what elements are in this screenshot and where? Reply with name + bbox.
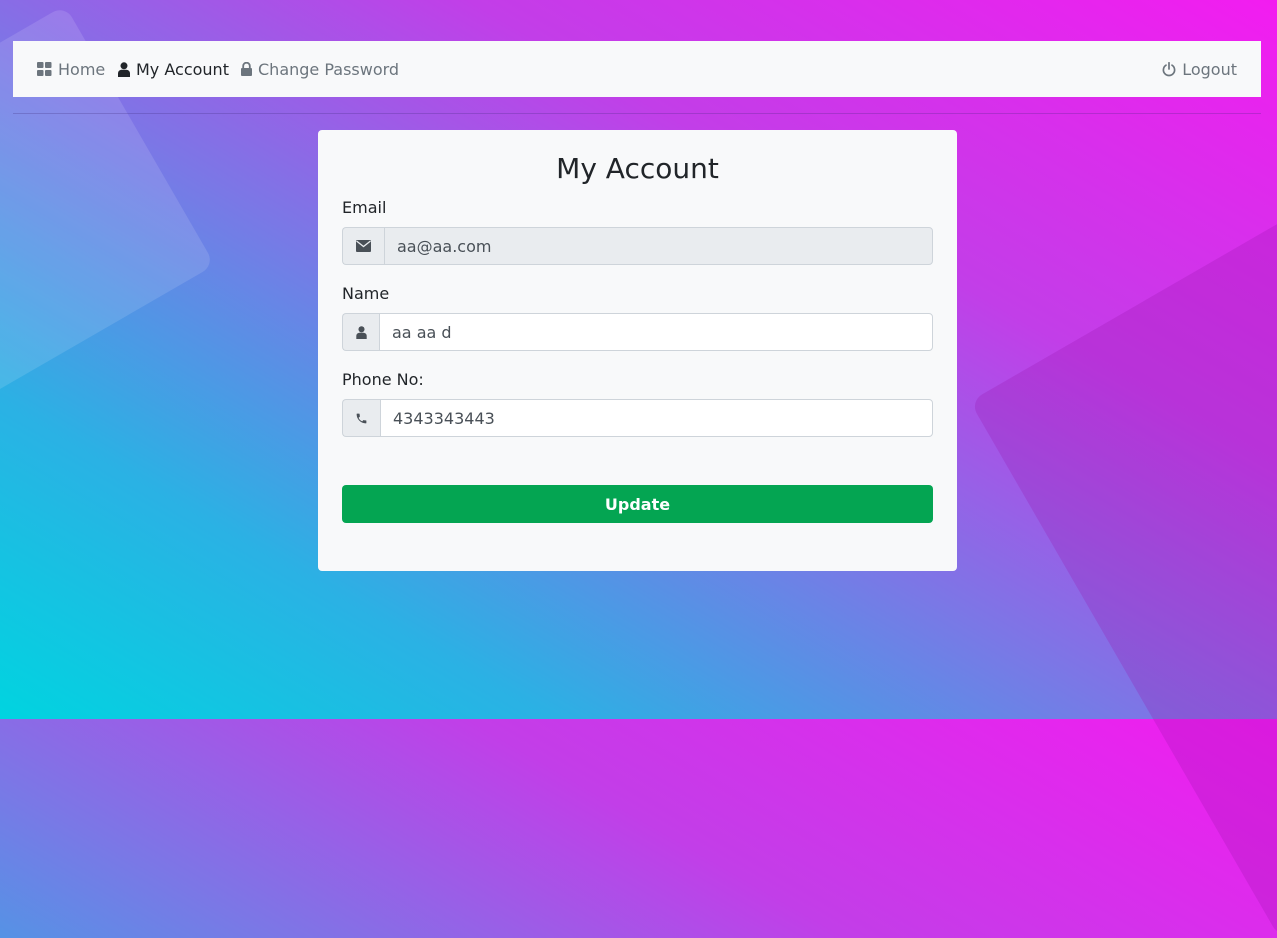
phone-field[interactable] <box>380 399 933 437</box>
power-icon <box>1162 61 1176 77</box>
name-field[interactable] <box>379 313 933 351</box>
email-label: Email <box>342 198 387 217</box>
page-title: My Account <box>556 152 719 185</box>
email-input-group <box>342 227 933 265</box>
header-divider <box>13 113 1261 114</box>
account-card: My Account Email Name Phone No: <box>318 130 957 571</box>
top-navbar: Home My Account Change Password Logout <box>13 41 1261 97</box>
user-icon <box>118 61 130 77</box>
nav-home-label: Home <box>58 59 106 79</box>
lock-icon <box>241 62 252 76</box>
update-button[interactable]: Update <box>342 485 933 523</box>
nav-logout-link[interactable]: Logout <box>1162 41 1237 97</box>
nav-logout-label: Logout <box>1182 59 1237 79</box>
nav-change-password-label: Change Password <box>258 59 400 79</box>
background-shape-right <box>969 141 1277 938</box>
user-icon <box>342 313 379 351</box>
email-field[interactable] <box>384 227 933 265</box>
nav-home-link[interactable]: Home <box>37 41 105 97</box>
grid-icon <box>37 62 52 76</box>
envelope-icon <box>342 227 384 265</box>
name-label: Name <box>342 284 390 303</box>
phone-input-group <box>342 399 933 437</box>
nav-my-account-label: My Account <box>136 59 229 79</box>
phone-label: Phone No: <box>342 370 424 389</box>
phone-icon <box>342 399 380 437</box>
nav-change-password-link[interactable]: Change Password <box>241 41 399 97</box>
name-input-group <box>342 313 933 351</box>
nav-my-account-link[interactable]: My Account <box>118 41 229 97</box>
